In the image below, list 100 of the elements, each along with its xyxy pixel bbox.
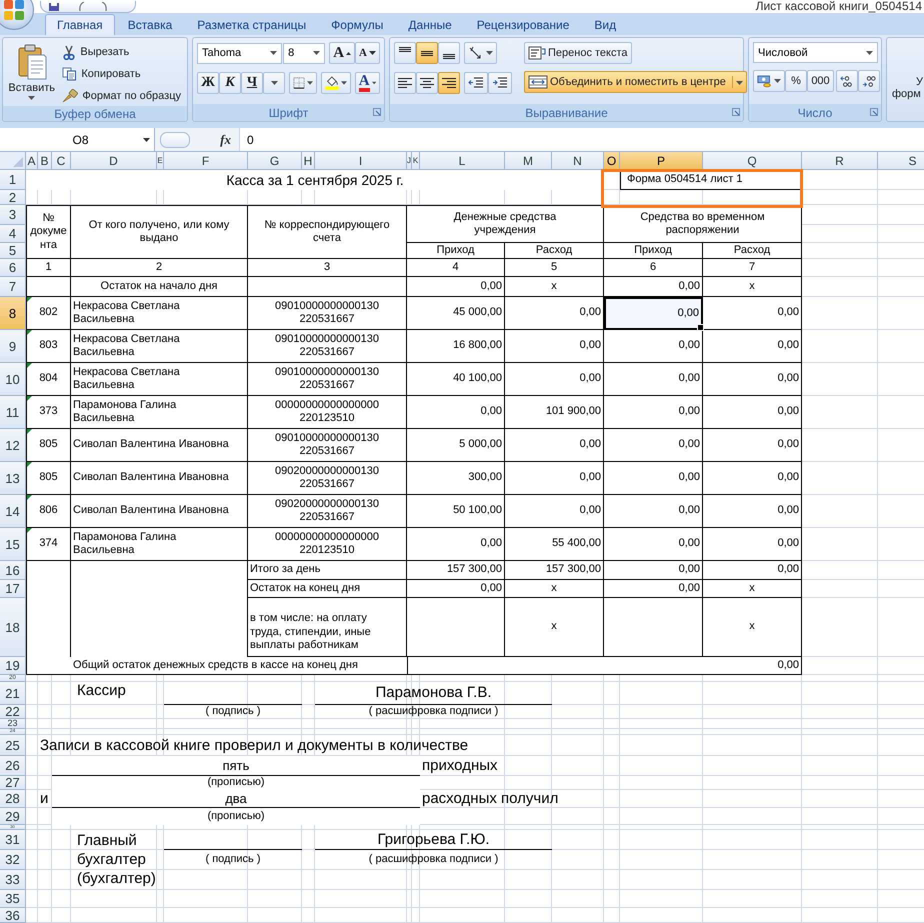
table-cell[interactable]: 0,00	[505, 429, 604, 462]
table-cell[interactable]: 0,00	[604, 330, 703, 363]
column-header[interactable]: D	[71, 152, 157, 170]
row-header[interactable]: 4	[0, 225, 26, 243]
row-header[interactable]: 32	[0, 850, 26, 870]
row-header[interactable]: 16	[0, 561, 26, 580]
borders-button[interactable]	[289, 72, 317, 94]
align-right-button[interactable]	[438, 72, 460, 94]
table-cell[interactable]: 0,00	[703, 495, 802, 528]
ribbon-tab[interactable]: Данные	[396, 14, 464, 35]
ribbon-tab[interactable]: Вставка	[116, 14, 184, 35]
thousands-format-button[interactable]: 000	[807, 70, 834, 92]
dialog-launcher-icon[interactable]	[870, 108, 878, 116]
table-cell[interactable]: 0,00	[703, 528, 802, 561]
table-cell[interactable]: 55 400,00	[505, 528, 604, 561]
format-button[interactable]: Формат по образцу	[60, 86, 183, 106]
row-header[interactable]: 33	[0, 870, 26, 890]
font-color-button[interactable]: A	[354, 72, 380, 94]
insert-function-button[interactable]: fx	[218, 132, 233, 148]
row-header[interactable]: 1	[0, 170, 26, 190]
row-header[interactable]: 31	[0, 830, 26, 850]
row-header[interactable]: 21	[0, 682, 26, 705]
row-header[interactable]: 11	[0, 396, 26, 429]
formula-input[interactable]: 0	[240, 128, 924, 151]
row-header[interactable]: 7	[0, 277, 26, 297]
table-cell[interactable]: 50 100,00	[407, 495, 505, 528]
align-center-button[interactable]	[416, 72, 438, 94]
copy-button[interactable]: Копировать	[60, 64, 143, 84]
table-cell[interactable]: 0,00	[604, 363, 703, 396]
cut-button[interactable]: Вырезать	[60, 42, 132, 62]
table-cell[interactable]: 0,00	[604, 495, 703, 528]
table-cell[interactable]: 101 900,00	[505, 396, 604, 429]
currency-button[interactable]	[753, 70, 785, 92]
increase-indent-button[interactable]	[488, 72, 512, 94]
ribbon-tab[interactable]: Главная	[45, 14, 115, 35]
resize-handle[interactable]	[160, 132, 190, 148]
font-size-field[interactable]: 8	[283, 42, 326, 64]
table-cell[interactable]: 0,00	[604, 297, 703, 330]
ribbon-tab[interactable]: Рецензирование	[464, 14, 582, 35]
table-cell[interactable]: 5 000,00	[407, 429, 505, 462]
column-header[interactable]: B	[38, 152, 52, 170]
table-cell[interactable]: 300,00	[407, 462, 505, 495]
row-header[interactable]: 14	[0, 495, 26, 528]
column-header[interactable]: K	[412, 152, 420, 170]
align-middle-button[interactable]	[416, 42, 438, 64]
column-header[interactable]: P	[620, 152, 703, 170]
underline-button[interactable]: Ч	[241, 72, 263, 94]
grow-font-button[interactable]: A	[329, 42, 356, 64]
row-header[interactable]: 3	[0, 205, 26, 225]
dialog-launcher-icon[interactable]	[373, 108, 381, 116]
row-header[interactable]: 9	[0, 330, 26, 363]
row-header[interactable]: 27	[0, 776, 26, 790]
column-header[interactable]: S	[878, 152, 924, 170]
column-header[interactable]: Q	[703, 152, 802, 170]
table-cell[interactable]: 40 100,00	[407, 363, 505, 396]
column-header[interactable]: L	[420, 152, 505, 170]
row-header[interactable]: 22	[0, 705, 26, 719]
ribbon-tab[interactable]: Вид	[582, 14, 628, 35]
column-header[interactable]: A	[26, 152, 38, 170]
fill-handle[interactable]	[697, 324, 704, 331]
row-header[interactable]: 5	[0, 243, 26, 259]
merge-center-button[interactable]: Объединить и поместить в центре	[524, 71, 747, 93]
column-header[interactable]: O	[604, 152, 620, 170]
dialog-launcher-icon[interactable]	[732, 108, 740, 116]
dropdown-button[interactable]	[263, 72, 285, 94]
fill-color-button[interactable]	[321, 72, 351, 94]
table-cell[interactable]: 16 800,00	[407, 330, 505, 363]
table-cell[interactable]: 0,00	[604, 429, 703, 462]
column-header[interactable]: H	[302, 152, 315, 170]
row-header[interactable]: 8	[0, 297, 26, 330]
column-header[interactable]: G	[248, 152, 302, 170]
paste-button[interactable]: Вставить	[7, 42, 56, 106]
increase-decimal-button[interactable]	[836, 70, 858, 92]
row-header[interactable]: 17	[0, 580, 26, 598]
table-cell[interactable]: 0,00	[604, 462, 703, 495]
table-cell[interactable]: 0,00	[604, 396, 703, 429]
column-header[interactable]: I	[315, 152, 407, 170]
bold-button[interactable]: Ж	[197, 72, 219, 94]
column-header[interactable]: E	[157, 152, 164, 170]
table-cell[interactable]: 0,00	[505, 363, 604, 396]
column-header[interactable]: M	[505, 152, 552, 170]
percent-button[interactable]: %	[785, 70, 807, 92]
decrease-indent-button[interactable]	[464, 72, 488, 94]
table-cell[interactable]: 0,00	[407, 396, 505, 429]
align-top-button[interactable]	[394, 42, 416, 64]
table-cell[interactable]: 0,00	[703, 429, 802, 462]
row-header[interactable]: 15	[0, 528, 26, 561]
wrap-text-button[interactable]: Перенос текста	[524, 42, 632, 64]
ribbon-tab[interactable]: Разметка страницы	[185, 14, 318, 35]
row-header[interactable]: 23	[0, 719, 26, 729]
table-cell[interactable]: 0,00	[505, 297, 604, 330]
table-cell[interactable]: 0,00	[703, 396, 802, 429]
row-header[interactable]: 10	[0, 363, 26, 396]
number-format-field[interactable]: Числовой	[753, 42, 878, 63]
orientation-button[interactable]	[464, 42, 497, 64]
table-cell[interactable]: 0,00	[505, 330, 604, 363]
row-header[interactable]: 29	[0, 808, 26, 825]
column-header[interactable]: R	[802, 152, 878, 170]
table-cell[interactable]: 0,00	[505, 495, 604, 528]
italic-button[interactable]: К	[219, 72, 241, 94]
